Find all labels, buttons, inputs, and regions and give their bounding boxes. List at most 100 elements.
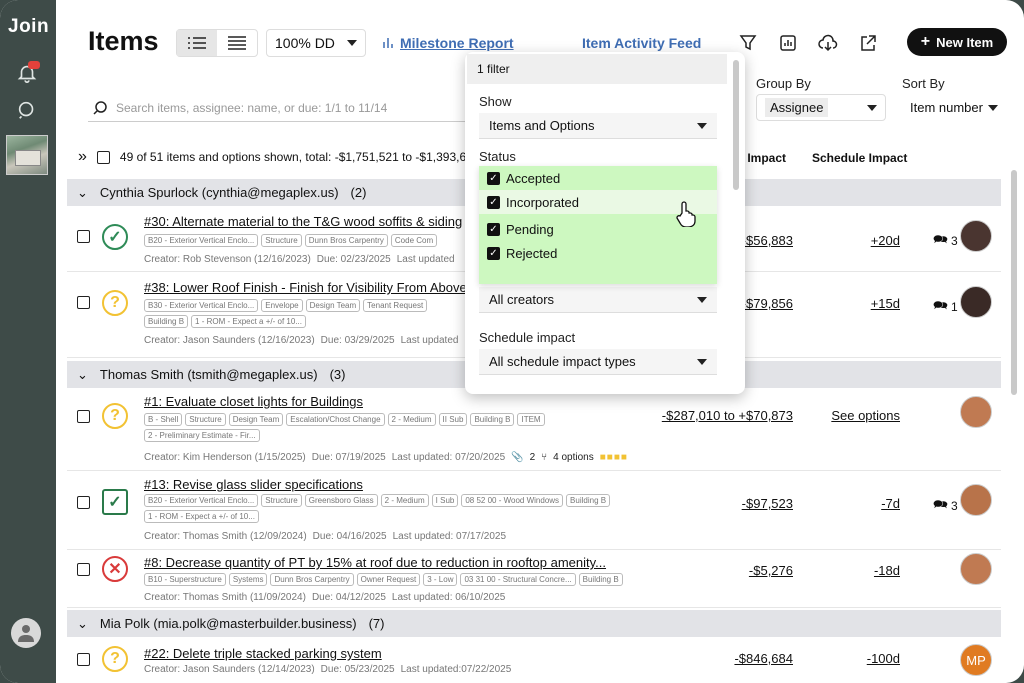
comment-icon: 🗪 [933, 298, 948, 312]
row-checkbox[interactable] [77, 563, 90, 576]
schedule-impact-select[interactable]: All schedule impact types [479, 349, 717, 375]
row-checkbox[interactable] [77, 230, 90, 243]
avatar[interactable] [960, 220, 992, 252]
status-label: Status [479, 149, 516, 164]
view-toggle [176, 29, 258, 57]
tag: Owner Request [356, 573, 421, 586]
cost-impact[interactable]: -$287,010 to +$70,873 [662, 408, 793, 423]
avatar[interactable] [960, 484, 992, 516]
popup-scrollbar[interactable] [733, 60, 739, 190]
app-window: Join Items 100% DD Milestone Report Item… [0, 0, 1024, 683]
schedule-impact[interactable]: -7d [881, 496, 900, 511]
options-count[interactable]: 4 options [553, 452, 594, 463]
chevron-down-icon [867, 104, 877, 111]
group-header[interactable]: ⌄ Mia Polk (mia.polk@masterbuilder.busin… [67, 610, 1001, 637]
creator-select[interactable]: All creators [479, 287, 717, 313]
list-view-icon[interactable] [177, 30, 217, 56]
item-title[interactable]: #38: Lower Roof Finish - Finish for Visi… [144, 280, 467, 295]
item-title[interactable]: #1: Evaluate closet lights for Buildings [144, 394, 363, 409]
sort-by-select[interactable]: Item number [902, 94, 1006, 121]
cost-impact[interactable]: -$5,276 [749, 563, 793, 578]
schedule-impact[interactable]: -18d [874, 563, 900, 578]
attachment-icon: 📎 [511, 452, 524, 463]
comments-count[interactable]: 🗪 1 [933, 296, 958, 317]
search-icon[interactable] [14, 97, 40, 123]
status-option-rejected[interactable]: ✓ Rejected [487, 246, 557, 261]
milestone-report-label: Milestone Report [400, 35, 514, 51]
select-all-checkbox[interactable] [96, 150, 110, 164]
group-name: Thomas Smith (tsmith@megaplex.us) [99, 367, 318, 382]
chevron-down-icon [697, 358, 707, 365]
item-title[interactable]: #30: Alternate material to the T&G wood … [144, 214, 462, 229]
chevron-down-icon [697, 296, 707, 303]
schedule-impact[interactable]: +15d [871, 296, 900, 311]
zoom-select[interactable]: 100% DD [266, 29, 366, 57]
schedule-impact-header[interactable]: Schedule Impact [812, 151, 907, 165]
table-row[interactable]: ✕ #8: Decrease quantity of PT by 15% at … [67, 550, 1001, 608]
new-item-label: New Item [936, 34, 994, 50]
comment-count: 3 [950, 498, 958, 513]
item-title[interactable]: #22: Delete triple stacked parking syste… [144, 646, 382, 661]
summary-count: 49 of 51 items and options shown, total:… [119, 150, 480, 164]
avatar[interactable] [960, 286, 992, 318]
expand-all-icon[interactable]: » [78, 148, 87, 166]
item-meta: Creator: Rob Stevenson (12/16/2023) Due:… [144, 254, 455, 265]
schedule-impact[interactable]: -100d [867, 651, 900, 666]
activity-feed-link[interactable]: Item Activity Feed [582, 35, 701, 51]
schedule-impact[interactable]: See options [831, 408, 900, 423]
cost-impact-header[interactable]: t Impact [740, 151, 786, 165]
search-icon [93, 100, 107, 115]
show-select[interactable]: Items and Options [479, 113, 717, 139]
avatar[interactable]: MP [960, 644, 992, 676]
item-creator: Creator: Jason Saunders (12/14/2023) [144, 664, 315, 675]
item-creator: Creator: Thomas Smith (12/09/2024) [144, 531, 307, 542]
compact-view-icon[interactable] [217, 30, 257, 56]
status-option-accepted[interactable]: ✓ Accepted [487, 171, 560, 186]
new-item-button[interactable]: + New Item [907, 28, 1007, 56]
main-scrollbar[interactable] [1011, 170, 1017, 395]
table-row[interactable]: ✓ #13: Revise glass slider specification… [67, 471, 1001, 550]
status-option-pending[interactable]: ✓ Pending [487, 222, 554, 237]
creator-value: All creators [489, 292, 555, 307]
item-title[interactable]: #8: Decrease quantity of PT by 15% at ro… [144, 555, 606, 570]
schedule-impact[interactable]: +20d [871, 233, 900, 248]
cost-impact[interactable]: -$846,684 [734, 651, 793, 666]
pending-status-icon: ? [102, 403, 128, 429]
search-input[interactable]: Search items, assignee: name, or due: 1/… [88, 94, 468, 122]
table-row[interactable]: ? #22: Delete triple stacked parking sys… [67, 637, 1001, 683]
item-title[interactable]: #13: Revise glass slider specifications [144, 477, 363, 492]
tag: B - Shell [144, 413, 183, 426]
user-profile-icon[interactable] [11, 618, 41, 648]
table-row[interactable]: ? #1: Evaluate closet lights for Buildin… [67, 388, 1001, 471]
comments-count[interactable]: 🗪 3 [933, 230, 958, 251]
cost-impact[interactable]: -$56,883 [742, 233, 793, 248]
item-tags: B - Shell Structure Design Team Escalati… [144, 413, 564, 442]
sidebar: Join [0, 0, 56, 683]
tag: Code Com [390, 234, 438, 247]
item-updated: Last updated: 06/10/2025 [391, 592, 506, 603]
project-thumbnail[interactable] [6, 135, 48, 175]
share-icon[interactable] [856, 31, 880, 55]
bell-icon[interactable] [14, 60, 40, 86]
cloud-download-icon[interactable] [816, 31, 840, 55]
cost-impact[interactable]: -$79,856 [742, 296, 793, 311]
milestone-report-link[interactable]: Milestone Report [382, 35, 514, 51]
filter-icon[interactable] [736, 31, 760, 55]
chevron-down-icon [347, 40, 357, 46]
notification-dot [28, 61, 40, 69]
tag: 2 - Medium [387, 413, 436, 426]
avatar[interactable] [960, 553, 992, 585]
item-creator: Creator: Thomas Smith (11/09/2024) [144, 592, 306, 603]
group-name: Mia Polk (mia.polk@masterbuilder.busines… [99, 616, 357, 631]
comments-count[interactable]: 🗪 3 [933, 495, 958, 516]
cost-impact[interactable]: -$97,523 [742, 496, 793, 511]
row-checkbox[interactable] [77, 496, 90, 509]
join-logo: Join [8, 16, 50, 37]
row-checkbox[interactable] [77, 410, 90, 423]
avatar[interactable] [960, 396, 992, 428]
tag: Design Team [305, 299, 361, 312]
report-icon[interactable] [776, 31, 800, 55]
group-by-select[interactable]: Assignee [756, 94, 886, 121]
row-checkbox[interactable] [77, 653, 90, 666]
row-checkbox[interactable] [77, 296, 90, 309]
